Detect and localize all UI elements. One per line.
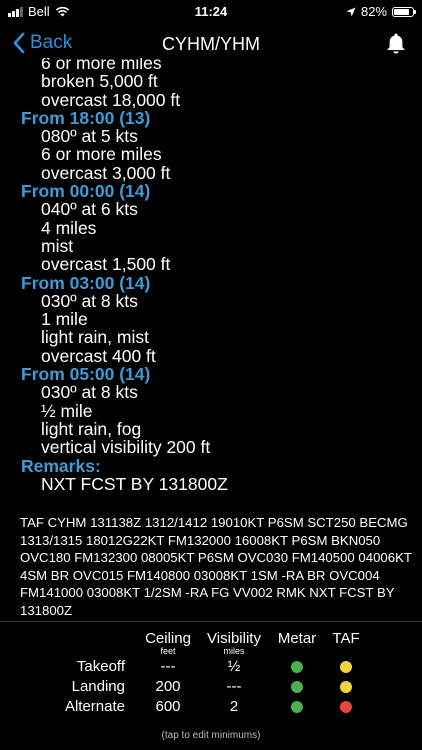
status-bar: Bell 11:24 82% <box>0 0 422 22</box>
location-arrow-icon <box>346 7 356 16</box>
metar-status-dot <box>291 701 303 713</box>
forecast-line: 030º at 8 kts <box>41 382 138 403</box>
forecast-line: broken 5,000 ft <box>41 71 158 92</box>
visibility-value: --- <box>226 678 242 695</box>
forecast-period-heading: Remarks: <box>21 455 101 476</box>
decoded-forecast[interactable]: 6 or more miles broken 5,000 ft overcast 1… <box>0 58 422 508</box>
minimums-table[interactable]: Ceiling feet Visibility miles Metar TAF … <box>0 626 422 726</box>
minimums-row-label: Alternate <box>64 698 125 715</box>
visibility-header: Visibility miles <box>202 630 266 656</box>
ceiling-value: --- <box>160 658 176 675</box>
battery-icon <box>392 6 416 17</box>
forecast-line: light rain, mist <box>41 327 149 348</box>
taf-status-dot <box>340 661 352 673</box>
forecast-period-heading: From 05:00 (14) <box>21 364 151 385</box>
raw-taf-text: TAF CYHM 131138Z 1312/1412 19010KT P6SM … <box>20 515 412 618</box>
divider <box>0 621 422 622</box>
forecast-line: light rain, fog <box>41 418 142 439</box>
ceiling-value: 200 <box>155 678 181 695</box>
forecast-line: 040º at 6 kts <box>41 199 138 220</box>
minimums-row-label: Landing <box>71 678 125 695</box>
forecast-period-heading: From 00:00 (14) <box>21 181 151 202</box>
forecast-line: overcast 1,500 ft <box>41 254 171 275</box>
forecast-line: mist <box>41 235 74 256</box>
forecast-line: 6 or more miles <box>41 58 162 73</box>
forecast-line: ½ mile <box>41 400 93 421</box>
ceiling-unit: feet <box>160 646 176 656</box>
battery-percent: 82% <box>360 4 387 19</box>
taf-header: TAF <box>332 630 360 647</box>
metar-header: Metar <box>277 630 317 647</box>
ceiling-value: 600 <box>155 698 181 715</box>
metar-status-dot <box>291 681 303 693</box>
page-title: CYHM/YHM <box>162 34 260 54</box>
forecast-line: 080º at 5 kts <box>41 126 138 147</box>
visibility-header-label: Visibility <box>207 630 261 647</box>
forecast-period-heading: From 03:00 (14) <box>21 272 151 293</box>
forecast-line: 1 mile <box>41 309 88 330</box>
forecast-line: 4 miles <box>41 217 97 238</box>
forecast-line: 030º at 8 kts <box>41 290 138 311</box>
forecast-line: overcast 18,000 ft <box>41 89 181 110</box>
forecast-line: vertical visibility 200 ft <box>41 437 211 458</box>
battery-fill <box>394 8 409 15</box>
bell-icon[interactable] <box>384 31 408 57</box>
forecast-line: overcast 3,000 ft <box>41 162 171 183</box>
forecast-line: 6 or more miles <box>41 144 162 165</box>
metar-status-dot <box>291 661 303 673</box>
ceiling-header-label: Ceiling <box>145 630 191 647</box>
taf-status-dot <box>340 701 352 713</box>
taf-status-dot <box>340 681 352 693</box>
forecast-line: overcast 400 ft <box>41 345 156 366</box>
visibility-unit: miles <box>223 646 245 656</box>
edit-minimums-hint[interactable]: (tap to edit minimums) <box>0 730 422 741</box>
forecast-list: 6 or more miles broken 5,000 ft overcast 1… <box>0 58 422 493</box>
minimums-row-label: Takeoff <box>76 658 125 675</box>
forecast-line: NXT FCST BY 131800Z <box>41 473 228 494</box>
forecast-period-heading: From 18:00 (13) <box>21 107 151 128</box>
visibility-value: ½ <box>227 658 241 675</box>
visibility-value: 2 <box>229 698 239 715</box>
status-right: 82% <box>346 4 416 19</box>
ceiling-header: Ceiling feet <box>138 630 198 656</box>
